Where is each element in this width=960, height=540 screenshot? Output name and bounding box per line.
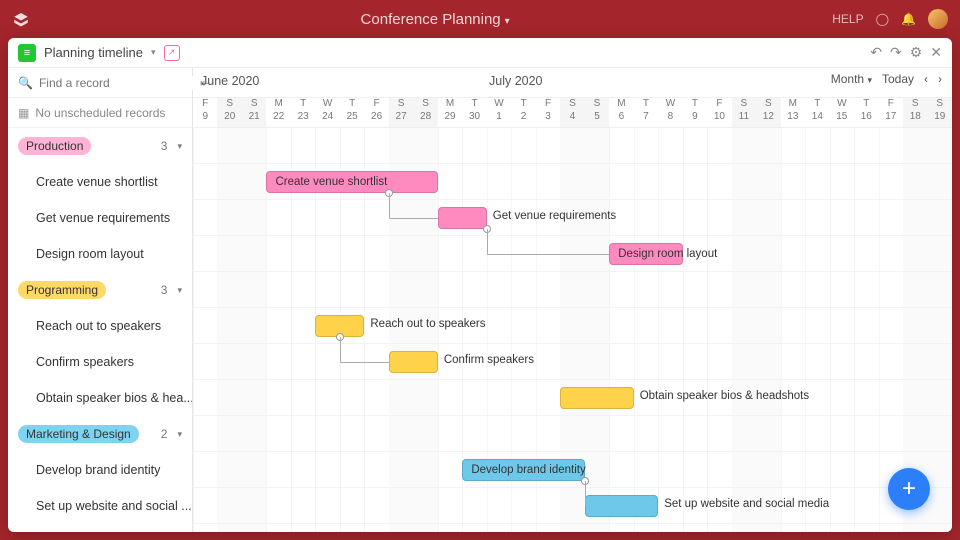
timeline-bar[interactable]: Develop brand identity [462, 459, 584, 481]
task-row[interactable]: Develop brand identity [8, 452, 192, 488]
group-header[interactable]: Programming3▾ [8, 272, 192, 308]
undo-icon[interactable]: ↶ [870, 44, 882, 61]
day-header-row: F9S20S21M22T23W24T25F26S27S28M29T30W1T2F… [193, 98, 952, 128]
bell-icon[interactable]: 🔔 [901, 12, 916, 26]
today-button[interactable]: Today [882, 72, 914, 86]
day-column: T9 [683, 98, 707, 127]
chevron-down-icon: ▾ [867, 75, 872, 85]
month-label-2: July 2020 [489, 74, 543, 88]
group-header[interactable]: Production3▾ [8, 128, 192, 164]
day-column: W24 [315, 98, 339, 127]
next-button[interactable]: › [938, 72, 942, 86]
app-logo-icon [12, 10, 30, 28]
day-column: S27 [389, 98, 413, 127]
day-column: T23 [291, 98, 315, 127]
bar-label: Get venue requirements [493, 210, 616, 222]
chevron-down-icon: ▾ [177, 141, 182, 152]
task-row[interactable]: Design room layout [8, 236, 192, 272]
bar-label: Confirm speakers [444, 354, 534, 366]
bar-label: Set up website and social media [664, 498, 829, 510]
avatar[interactable] [928, 9, 948, 29]
timeline-bar[interactable]: Create venue shortlist [266, 171, 437, 193]
sidebar: 🔍 ⇤ ▦ No unscheduled records Production3… [8, 68, 193, 532]
chevron-down-icon: ▾ [505, 16, 510, 27]
app-title[interactable]: Conference Planning▾ [38, 11, 832, 28]
grid-icon: ▦ [18, 106, 29, 120]
day-column: M13 [781, 98, 805, 127]
day-column: S12 [756, 98, 780, 127]
day-column: W1 [487, 98, 511, 127]
chevron-down-icon: ▾ [177, 429, 182, 440]
timeline-panel: ≡ Planning timeline ▾ ↗ ↶ ↷ ⚙ ✕ 🔍 ⇤ ▦ No… [8, 38, 952, 532]
day-column: M29 [438, 98, 462, 127]
day-column: F3 [536, 98, 560, 127]
day-column: T7 [634, 98, 658, 127]
day-column: T2 [511, 98, 535, 127]
task-row[interactable]: Get venue requirements [8, 200, 192, 236]
view-name[interactable]: Planning timeline [44, 45, 143, 60]
view-bar: ≡ Planning timeline ▾ ↗ ↶ ↷ ⚙ ✕ [8, 38, 952, 68]
timeline-bar[interactable] [389, 351, 438, 373]
timeline-bar[interactable] [560, 387, 633, 409]
day-column: M6 [609, 98, 633, 127]
day-column: W15 [830, 98, 854, 127]
gear-icon[interactable]: ⚙ [910, 44, 923, 61]
timeline-bar[interactable] [438, 207, 487, 229]
redo-icon[interactable]: ↷ [890, 44, 902, 61]
timeline-header: June 2020 July 2020 Month ▾ Today ‹ › [193, 68, 952, 98]
timeline-bar[interactable]: Design room layout [609, 243, 682, 265]
prev-button[interactable]: ‹ [924, 72, 928, 86]
day-column: S21 [242, 98, 266, 127]
day-column: T25 [340, 98, 364, 127]
unscheduled-row[interactable]: ▦ No unscheduled records [8, 98, 192, 128]
task-row[interactable]: Reach out to speakers [8, 308, 192, 344]
day-column: S19 [928, 98, 952, 127]
group-header[interactable]: Marketing & Design2▾ [8, 416, 192, 452]
task-row[interactable]: Confirm speakers [8, 344, 192, 380]
day-column: S20 [217, 98, 241, 127]
task-row[interactable]: Set up website and social ... [8, 488, 192, 524]
help-icon[interactable]: ◯ [876, 12, 889, 26]
task-row[interactable]: Create venue shortlist [8, 164, 192, 200]
find-record[interactable]: 🔍 ⇤ [8, 68, 192, 98]
timeline-view-icon: ≡ [18, 44, 36, 62]
day-column: T30 [462, 98, 486, 127]
day-column: F9 [193, 98, 217, 127]
chevron-down-icon[interactable]: ▾ [151, 47, 156, 58]
day-column: S4 [560, 98, 584, 127]
chevron-down-icon: ▾ [177, 285, 182, 296]
bar-label: Obtain speaker bios & headshots [640, 390, 809, 402]
day-column: T16 [854, 98, 878, 127]
app-topbar: Conference Planning▾ HELP ◯ 🔔 [0, 0, 960, 38]
close-icon[interactable]: ✕ [930, 44, 942, 61]
timeline-bar[interactable] [585, 495, 658, 517]
popout-icon[interactable]: ↗ [164, 45, 180, 61]
day-column: F26 [364, 98, 388, 127]
day-column: F17 [879, 98, 903, 127]
day-column: S11 [732, 98, 756, 127]
task-row[interactable]: Obtain speaker bios & hea... [8, 380, 192, 416]
day-column: S28 [413, 98, 437, 127]
scale-selector[interactable]: Month ▾ [831, 72, 872, 86]
day-column: M22 [266, 98, 290, 127]
find-record-input[interactable] [39, 76, 194, 90]
month-label-1: June 2020 [201, 74, 259, 88]
day-column: S18 [903, 98, 927, 127]
search-icon: 🔍 [18, 76, 33, 90]
day-column: T14 [805, 98, 829, 127]
day-column: W8 [658, 98, 682, 127]
add-button[interactable]: + [888, 468, 930, 510]
day-column: S5 [585, 98, 609, 127]
help-link[interactable]: HELP [832, 12, 863, 26]
bar-label: Reach out to speakers [370, 318, 485, 330]
timeline-area[interactable]: June 2020 July 2020 Month ▾ Today ‹ › F9… [193, 68, 952, 532]
day-column: F10 [707, 98, 731, 127]
